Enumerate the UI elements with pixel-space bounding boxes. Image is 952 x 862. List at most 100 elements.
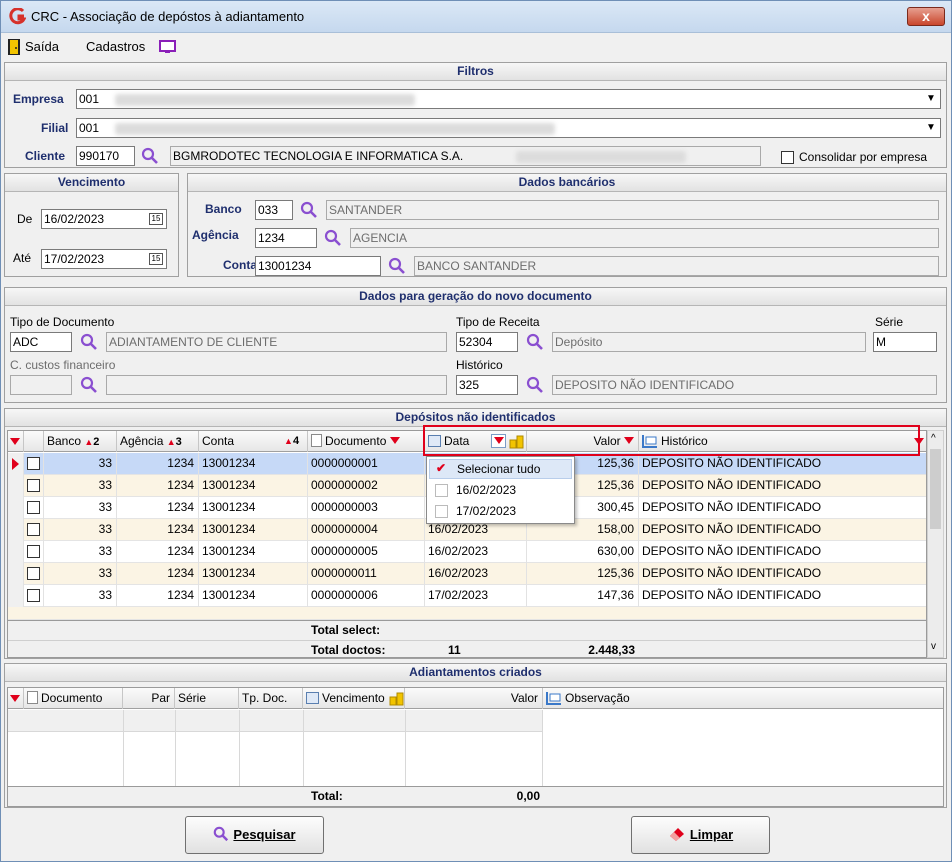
header-adt-observacao[interactable]: Observação [543,688,943,709]
agencia-label: Agência [192,228,239,242]
filter-option-checkbox[interactable] [435,505,448,518]
header-historico[interactable]: Histórico [639,431,926,452]
novo-documento-title: Dados para geração do novo documento [5,288,946,306]
banco-code-input[interactable]: 033 [255,200,293,220]
row-checkbox[interactable] [27,545,40,558]
header-data[interactable]: Data [425,431,527,452]
search-icon[interactable] [300,201,318,219]
row-checkbox-cell [24,497,44,519]
filter-icon[interactable] [914,438,924,445]
de-date-input[interactable]: 16/02/2023 15 [41,209,167,229]
calendar-icon [428,435,441,447]
limpar-button[interactable]: Limpar [631,816,770,854]
filter-option-2[interactable]: 17/02/2023 [429,502,572,522]
header-agencia[interactable]: Agência ▲3 [117,431,199,452]
ccustos-code-input[interactable] [10,375,72,395]
document-icon [27,691,38,704]
calendar-icon[interactable]: 15 [149,213,163,225]
pesquisar-button[interactable]: Pesquisar [185,816,324,854]
adiantamentos-empty-rows [8,710,543,786]
tipo-receita-label: Tipo de Receita [456,315,540,329]
header-valor[interactable]: Valor [527,431,639,452]
empresa-select[interactable]: 001 ▼ [76,89,941,109]
chevron-down-icon[interactable]: ▼ [924,121,938,135]
header-banco-label: Banco [47,434,82,448]
cell-banco: 33 [44,497,117,519]
consolidar-checkbox[interactable] [781,151,794,164]
header-documento[interactable]: Documento [308,431,425,452]
header-conta[interactable]: Conta ▲ 4 [199,431,308,452]
close-button[interactable]: x [907,7,945,26]
header-adt-valor[interactable]: Valor [405,688,543,709]
total-doctos-row: Total doctos: 11 2.448,33 [8,640,926,657]
total-doctos-label: Total doctos: [311,643,386,657]
tipo-documento-code-input[interactable]: ADC [10,332,72,352]
header-menu[interactable] [8,688,24,709]
table-row[interactable]: 33 1234 13001234 0000000006 17/02/2023 147,36… [8,585,926,607]
tipo-receita-code-input[interactable]: 52304 [456,332,518,352]
table-row[interactable]: 33 1234 13001234 0000000005 16/02/2023 630,00… [8,541,926,563]
calendar-icon [306,692,319,704]
banco-label: Banco [205,202,242,216]
row-checkbox[interactable] [27,589,40,602]
header-adt-par[interactable]: Par [123,688,175,709]
search-icon[interactable] [80,376,98,394]
header-conta-label: Conta [202,434,235,448]
header-adt-vencimento[interactable]: Vencimento [303,688,405,709]
total-doctos-count: 11 [448,643,461,657]
row-checkbox[interactable] [27,457,40,470]
filial-value: 001 [79,121,100,135]
menu-saida[interactable]: Saída [25,39,59,54]
cell-documento: 0000000003 [308,497,425,519]
filter-arrow-icon[interactable] [10,695,20,702]
calendar-icon[interactable]: 15 [149,253,163,265]
historico-code-input[interactable]: 325 [456,375,518,395]
header-adt-tp-doc[interactable]: Tp. Doc. [239,688,303,709]
serie-input[interactable]: M [873,332,937,352]
chevron-down-icon[interactable]: ▼ [924,92,938,106]
filter-option-1[interactable]: 16/02/2023 [429,481,572,501]
menu-bar: Saída Cadastros [1,34,951,59]
search-icon[interactable] [80,333,98,351]
filter-arrow-icon[interactable] [10,438,20,445]
filter-active-icon[interactable] [491,434,506,448]
scroll-down-icon[interactable]: v [931,641,936,652]
search-icon[interactable] [324,229,342,247]
history-icon [642,435,657,448]
cliente-code-input[interactable]: 990170 [76,146,135,166]
cell-agencia: 1234 [117,497,199,519]
cell-banco: 33 [44,519,117,541]
row-checkbox[interactable] [27,479,40,492]
cell-agencia: 1234 [117,519,199,541]
search-icon[interactable] [526,376,544,394]
menu-cadastros[interactable]: Cadastros [86,39,145,54]
header-adt-serie[interactable]: Série [175,688,239,709]
filter-icon[interactable] [389,437,400,444]
scroll-up-icon[interactable]: ^ [931,433,936,444]
ate-date-input[interactable]: 17/02/2023 15 [41,249,167,269]
dados-bancarios-title: Dados bancários [188,174,946,192]
monitor-icon[interactable] [159,40,176,54]
row-checkbox[interactable] [27,523,40,536]
filter-option-checkbox[interactable] [435,484,448,497]
filial-select[interactable]: 001 ▼ [76,118,941,138]
agencia-code-input[interactable]: 1234 [255,228,317,248]
row-checkbox[interactable] [27,501,40,514]
search-icon[interactable] [141,147,159,165]
filter-icon[interactable] [624,437,634,444]
header-adt-documento[interactable]: Documento [24,688,123,709]
search-icon[interactable] [526,333,544,351]
filter-option-select-all[interactable]: ✔ Selecionar tudo [429,459,572,479]
header-banco[interactable]: Banco ▲2 [44,431,117,452]
scrollbar-thumb[interactable] [930,449,941,529]
checkmark-icon: ✔ [436,461,447,475]
table-row[interactable]: 33 1234 13001234 0000000011 16/02/2023 125,36… [8,563,926,585]
search-icon[interactable] [388,257,406,275]
row-checkbox[interactable] [27,567,40,580]
cliente-label: Cliente [25,149,66,163]
vertical-scrollbar[interactable]: ^ v [927,430,944,658]
header-menu[interactable] [8,431,24,452]
cell-data: 17/02/2023 [425,585,527,607]
sort-order: 3 [175,436,182,448]
conta-code-input[interactable]: 13001234 [255,256,381,276]
